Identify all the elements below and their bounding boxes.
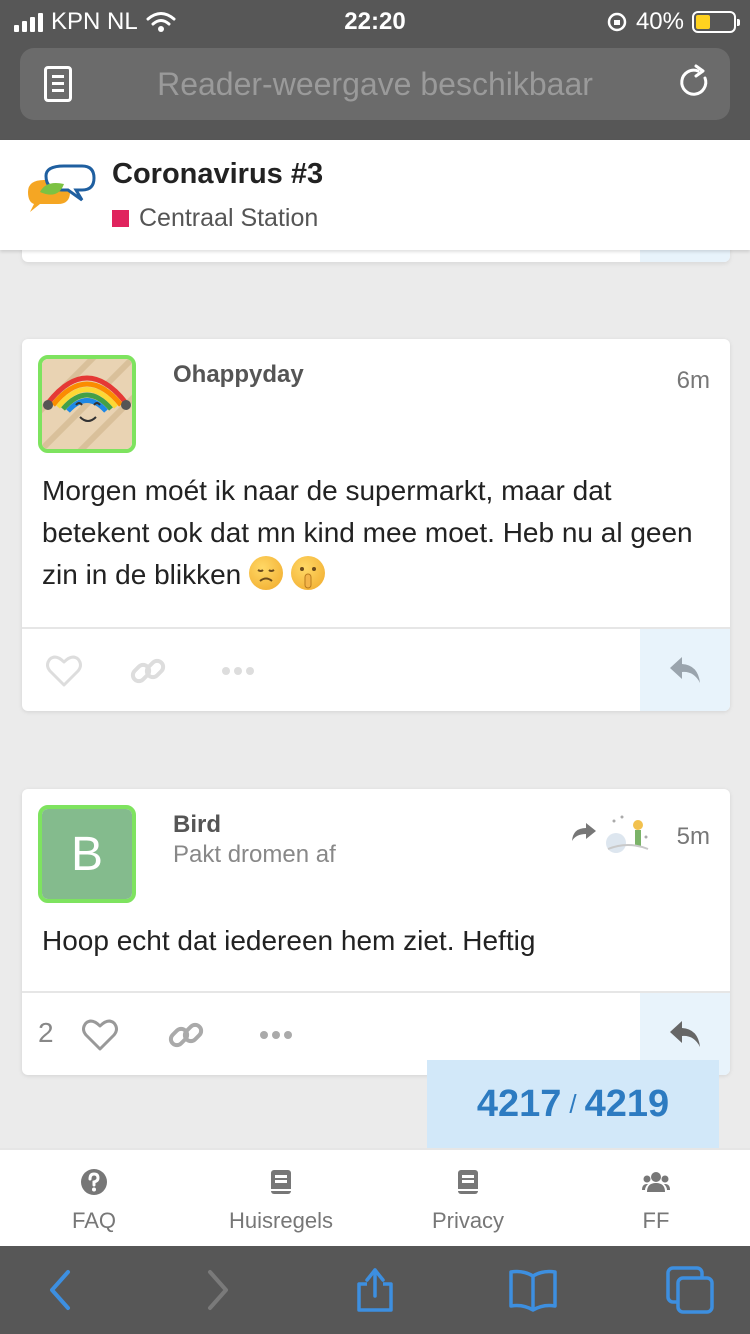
book-icon (458, 1170, 478, 1194)
reload-icon[interactable] (678, 64, 712, 102)
footer-link-label: Huisregels (229, 1208, 333, 1233)
reply-icon (670, 657, 700, 683)
progress-separator: / (569, 1088, 577, 1119)
forward-icon[interactable] (190, 1264, 242, 1316)
post-username[interactable]: Ohappyday (173, 361, 304, 389)
progress-current: 4217 (476, 1082, 562, 1125)
footer-link-ff[interactable]: FF (576, 1168, 736, 1234)
more-options-icon[interactable] (256, 1015, 296, 1055)
post-content: Morgen moét ik naar de supermarkt, maar … (42, 470, 710, 596)
reply-icon (670, 1021, 700, 1047)
footer-link-faq[interactable]: FAQ (14, 1168, 174, 1234)
post-timestamp[interactable]: 6m (677, 367, 710, 395)
back-icon[interactable] (36, 1264, 88, 1316)
users-icon (642, 1172, 670, 1192)
post-text: Morgen moét ik naar de supermarkt, maar … (42, 475, 693, 590)
share-icon[interactable] (349, 1264, 401, 1316)
heart-icon[interactable] (80, 1015, 120, 1055)
reply-to-arrow-icon (572, 823, 596, 841)
post-username[interactable]: Bird (173, 811, 221, 839)
browser-top-bar: KPN NL 22:20 40% Reader-weergave beschik… (0, 0, 750, 140)
reply-button[interactable] (640, 629, 730, 711)
shushing-face-emoji (290, 556, 325, 590)
battery-icon (692, 11, 740, 33)
topic-category[interactable]: Centraal Station (112, 204, 318, 233)
category-label: Centraal Station (139, 204, 319, 232)
footer-link-label: Privacy (431, 1208, 505, 1233)
browser-toolbar (0, 1246, 750, 1334)
post-card: B Bird Pakt dromen af 5m Hoop echt dat i… (22, 789, 730, 1075)
tabs-icon[interactable] (664, 1264, 716, 1316)
footer-link-label: FAQ (71, 1208, 116, 1233)
link-icon[interactable] (166, 1015, 206, 1055)
like-count[interactable]: 2 (38, 1017, 54, 1049)
topic-title[interactable]: Coronavirus #3 (112, 158, 323, 191)
category-color-badge (112, 210, 129, 227)
book-icon (271, 1170, 291, 1194)
footer-nav: FAQ Huisregels Privacy FF (0, 1148, 750, 1246)
footer-link-privacy[interactable]: Privacy (388, 1168, 548, 1234)
topic-header: Coronavirus #3 Centraal Station (0, 140, 750, 250)
battery-percent: 40% (635, 8, 684, 35)
avatar-letter: B (42, 809, 132, 899)
orientation-lock-icon (607, 12, 627, 32)
footer-link-huisregels[interactable]: Huisregels (201, 1168, 361, 1234)
topic-progress[interactable]: 4217 / 4219 (427, 1060, 719, 1148)
more-options-icon[interactable] (218, 651, 258, 691)
site-logo[interactable] (24, 162, 98, 226)
post-actions (22, 627, 730, 711)
heart-icon[interactable] (44, 651, 84, 691)
question-circle-icon (81, 1169, 107, 1195)
reply-to-user-avatar[interactable] (604, 811, 652, 859)
bookmarks-icon[interactable] (507, 1264, 559, 1316)
rainbow-face-avatar (42, 359, 132, 449)
post-timestamp[interactable]: 5m (677, 823, 710, 851)
address-bar[interactable]: Reader-weergave beschikbaar (20, 48, 730, 120)
footer-link-label: FF (642, 1208, 670, 1233)
disappointed-face-emoji (249, 556, 284, 590)
post-text: Hoop echt dat iedereen hem ziet. Heftig (42, 925, 536, 956)
avatar[interactable] (38, 355, 136, 453)
user-title: Pakt dromen af (173, 841, 336, 868)
progress-total: 4219 (584, 1082, 670, 1125)
link-icon[interactable] (128, 651, 168, 691)
status-bar: KPN NL 22:20 40% (0, 0, 750, 42)
url-placeholder: Reader-weergave beschikbaar (157, 66, 593, 102)
post-card: Ohappyday 6m Morgen moét ik naar de supe… (22, 339, 730, 711)
avatar[interactable]: B (38, 805, 136, 903)
